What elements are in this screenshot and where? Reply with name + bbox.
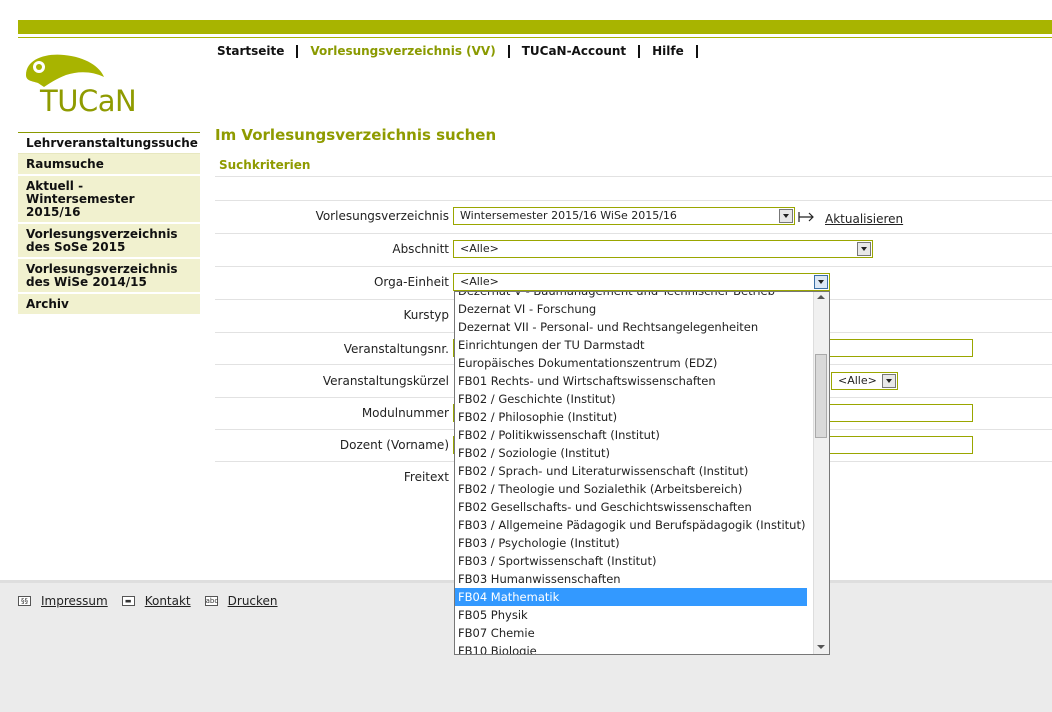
impressum-link[interactable]: Impressum [41, 594, 108, 608]
logo-text: TUCaN [40, 84, 137, 118]
sidebar-item-raumsuche[interactable]: Raumsuche [18, 154, 200, 176]
kontakt-link[interactable]: Kontakt [145, 594, 191, 608]
dozent-label: Dozent (Vorname) [339, 438, 449, 452]
scroll-up-icon[interactable] [817, 294, 825, 300]
sidebar-item-aktuell-ws[interactable]: Aktuell - Wintersemester 2015/16 [18, 176, 200, 224]
dropdown-option[interactable]: FB02 / Philosophie (Institut) [455, 408, 807, 426]
dropdown-option[interactable]: FB02 / Geschichte (Institut) [455, 390, 807, 408]
dropdown-option[interactable]: FB02 / Politikwissenschaft (Institut) [455, 426, 807, 444]
dropdown-option[interactable]: FB02 / Theologie und Sozialethik (Arbeit… [455, 480, 807, 498]
sidebar-item-vv-wise-2014[interactable]: Vorlesungsverzeichnis des WiSe 2014/15 [18, 259, 200, 294]
dropdown-option[interactable]: FB05 Physik [455, 606, 807, 624]
orga-dropdown-list[interactable]: Dezernat V - Baumanagement und Technisch… [454, 291, 830, 655]
divider [215, 266, 1052, 267]
dropdown-option[interactable]: FB10 Biologie [455, 642, 807, 654]
scrollbar-thumb[interactable] [815, 354, 827, 438]
top-accent-bar [18, 20, 1052, 34]
dropdown-option[interactable]: FB03 / Allgemeine Pädagogik und Berufspä… [455, 516, 807, 534]
kuerzel-select-value: <Alle> [838, 374, 877, 387]
dropdown-option[interactable]: FB02 / Soziologie (Institut) [455, 444, 807, 462]
divider [215, 176, 1052, 177]
dropdown-option[interactable]: FB07 Chemie [455, 624, 807, 642]
chevron-down-icon[interactable] [857, 242, 871, 256]
dropdown-option[interactable]: Dezernat VI - Forschung [455, 300, 807, 318]
vnr-label: Veranstaltungsnr. [343, 342, 449, 356]
abschnitt-select[interactable]: <Alle> [453, 240, 873, 258]
vv-select[interactable]: Wintersemester 2015/16 WiSe 2015/16 [453, 207, 795, 225]
freitext-label: Freitext [403, 470, 449, 484]
dropdown-option[interactable]: FB02 / Sprach- und Literaturwissenschaft… [455, 462, 807, 480]
orga-select-value: <Alle> [460, 275, 499, 288]
scroll-down-icon[interactable] [817, 644, 825, 650]
kuerzel-label: Veranstaltungskürzel [322, 374, 449, 388]
refresh-link[interactable]: Aktualisieren [825, 212, 903, 226]
orga-select[interactable]: <Alle> [453, 273, 830, 291]
orga-label: Orga-Einheit [373, 275, 449, 289]
dropdown-option-selected[interactable]: FB04 Mathematik [455, 588, 807, 606]
drucken-link[interactable]: Drucken [228, 594, 278, 608]
dropdown-option[interactable]: FB01 Rechts- und Wirtschaftswissenschaft… [455, 372, 807, 390]
dropdown-option[interactable]: Europäisches Dokumentationszentrum (EDZ) [455, 354, 807, 372]
nav-startseite[interactable]: Startseite [217, 44, 299, 58]
dropdown-option[interactable]: Dezernat V - Baumanagement und Technisch… [455, 292, 807, 300]
sidebar-item-archiv[interactable]: Archiv [18, 294, 200, 316]
sidebar: Lehrveranstaltungssuche Raumsuche Aktuel… [18, 132, 200, 316]
top-navigation: Startseite Vorlesungsverzeichnis (VV) TU… [217, 43, 698, 59]
nav-vorlesungsverzeichnis[interactable]: Vorlesungsverzeichnis (VV) [298, 44, 510, 58]
page-title: Im Vorlesungsverzeichnis suchen [215, 126, 497, 144]
section-title: Suchkriterien [219, 158, 311, 172]
dropdown-option[interactable]: FB03 Humanwissenschaften [455, 570, 807, 588]
top-accent-line [18, 37, 1052, 38]
arrow-right-icon[interactable] [798, 211, 816, 223]
divider [215, 200, 1052, 201]
kontakt-icon: ▬ [121, 596, 135, 606]
sidebar-item-vv-sose-2015[interactable]: Vorlesungsverzeichnis des SoSe 2015 [18, 224, 200, 259]
divider [215, 233, 1052, 234]
nav-tucan-account[interactable]: TUCaN-Account [510, 44, 641, 58]
abschnitt-label: Abschnitt [392, 242, 449, 256]
dropdown-options: Dezernat V - Baumanagement und Technisch… [455, 292, 807, 654]
abschnitt-select-value: <Alle> [460, 242, 499, 255]
kurstyp-label: Kurstyp [403, 308, 450, 322]
dropdown-option[interactable]: Dezernat VII - Personal- und Rechtsangel… [455, 318, 807, 336]
chevron-down-icon[interactable] [882, 374, 896, 388]
vv-label: Vorlesungsverzeichnis [315, 209, 449, 223]
dropdown-option[interactable]: FB03 / Psychologie (Institut) [455, 534, 807, 552]
print-icon: abc [204, 596, 219, 606]
dropdown-option[interactable]: FB02 Gesellschafts- und Geschichtswissen… [455, 498, 807, 516]
dropdown-option[interactable]: Einrichtungen der TU Darmstadt [455, 336, 807, 354]
kuerzel-select[interactable]: <Alle> [831, 372, 898, 390]
chevron-down-icon[interactable] [814, 275, 828, 289]
modul-label: Modulnummer [361, 406, 449, 420]
dropdown-option[interactable]: FB03 / Sportwissenschaft (Institut) [455, 552, 807, 570]
nav-hilfe[interactable]: Hilfe [640, 44, 698, 58]
vv-select-value: Wintersemester 2015/16 WiSe 2015/16 [460, 209, 677, 222]
impressum-icon: §§ [18, 596, 31, 606]
chevron-down-icon[interactable] [779, 209, 793, 223]
dropdown-scrollbar[interactable] [813, 292, 829, 654]
sidebar-item-lehrveranstaltungssuche[interactable]: Lehrveranstaltungssuche [18, 132, 200, 154]
